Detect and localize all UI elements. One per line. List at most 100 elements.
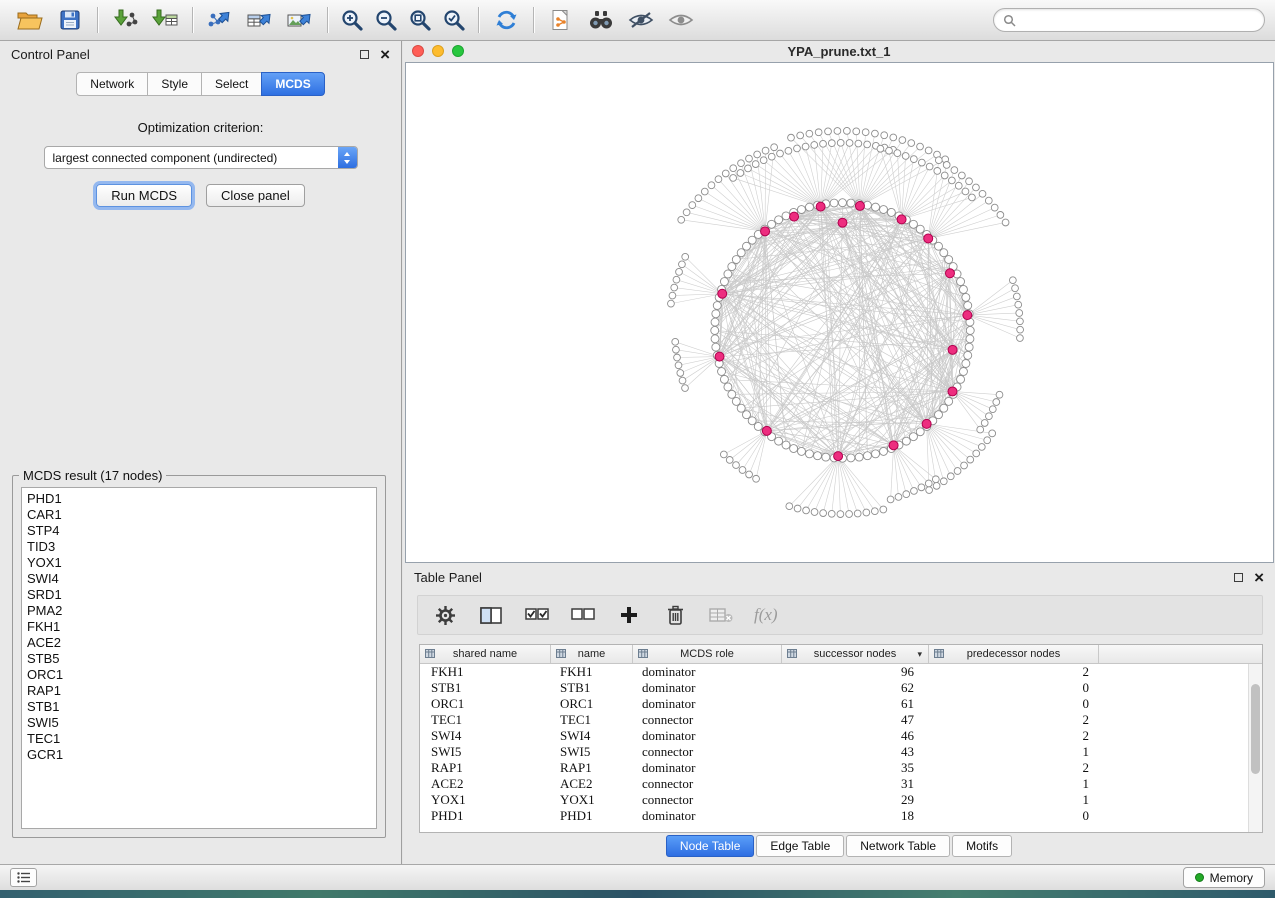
add-column-button[interactable] — [616, 602, 642, 628]
mcds-result-item[interactable]: STB5 — [27, 651, 376, 667]
function-builder-button[interactable]: f(x) — [754, 605, 778, 625]
tab-style[interactable]: Style — [147, 72, 201, 96]
table-row[interactable]: PHD1PHD1dominator180 — [420, 808, 1248, 824]
close-panel-icon[interactable]: × — [1254, 571, 1264, 584]
close-window-icon[interactable] — [412, 45, 424, 57]
show-column-button[interactable] — [478, 602, 504, 628]
mcds-result-item[interactable]: FKH1 — [27, 619, 376, 635]
table-row[interactable]: TEC1TEC1connector472 — [420, 712, 1248, 728]
zoom-out-button[interactable] — [369, 3, 403, 37]
delete-column-button[interactable] — [662, 602, 688, 628]
table-cell: 0 — [929, 696, 1099, 712]
float-panel-icon[interactable] — [360, 50, 369, 59]
hide-selected-button[interactable] — [621, 3, 661, 37]
mcds-result-item[interactable]: PHD1 — [27, 491, 376, 507]
zoom-in-button[interactable] — [335, 3, 369, 37]
table-row[interactable]: FKH1FKH1dominator962 — [420, 664, 1248, 680]
tab-network[interactable]: Network — [76, 72, 147, 96]
mcds-result-item[interactable]: STP4 — [27, 523, 376, 539]
mcds-result-item[interactable]: RAP1 — [27, 683, 376, 699]
export-network-button[interactable] — [200, 3, 240, 37]
table-settings-button[interactable] — [432, 602, 458, 628]
tab-select[interactable]: Select — [201, 72, 261, 96]
table-row[interactable]: RAP1RAP1dominator352 — [420, 760, 1248, 776]
table-row[interactable]: ACE2ACE2connector311 — [420, 776, 1248, 792]
open-file-button[interactable] — [10, 3, 50, 37]
network-view-window: YPA_prune.txt_1 — [403, 41, 1275, 564]
criterion-select[interactable]: largest connected component (undirected) — [44, 146, 358, 169]
find-button[interactable] — [581, 3, 621, 37]
mcds-result-item[interactable]: ORC1 — [27, 667, 376, 683]
mcds-result-item[interactable]: YOX1 — [27, 555, 376, 571]
network-canvas[interactable] — [405, 62, 1274, 563]
zoom-selected-button[interactable] — [437, 3, 471, 37]
refresh-button[interactable] — [486, 3, 526, 37]
mcds-result-item[interactable]: SWI4 — [27, 571, 376, 587]
zoom-fit-button[interactable] — [403, 3, 437, 37]
table-cell: ACE2 — [420, 776, 551, 792]
table-scrollbar[interactable] — [1248, 664, 1262, 832]
main-toolbar — [0, 0, 1275, 41]
run-mcds-button[interactable]: Run MCDS — [96, 184, 192, 207]
search-input[interactable] — [1021, 13, 1255, 27]
table-cell: 62 — [782, 680, 929, 696]
column-header-successor-nodes[interactable]: successor nodes ▾ — [782, 645, 929, 663]
close-panel-icon[interactable]: × — [380, 48, 390, 61]
import-network-button[interactable] — [105, 3, 145, 37]
table-cell: connector — [633, 744, 782, 760]
document-share-button[interactable] — [541, 3, 581, 37]
float-panel-icon[interactable] — [1234, 573, 1243, 582]
tab-node-table[interactable]: Node Table — [666, 835, 755, 857]
select-all-button[interactable] — [524, 602, 550, 628]
table-cell: 35 — [782, 760, 929, 776]
mcds-result-item[interactable]: GCR1 — [27, 747, 376, 763]
save-session-button[interactable] — [50, 3, 90, 37]
delete-table-button[interactable] — [708, 602, 734, 628]
memory-button[interactable]: Memory — [1183, 867, 1265, 888]
column-header-mcds-role[interactable]: MCDS role — [633, 645, 782, 663]
export-image-button[interactable] — [280, 3, 320, 37]
maximize-window-icon[interactable] — [452, 45, 464, 57]
mcds-result-item[interactable]: CAR1 — [27, 507, 376, 523]
tab-network-table[interactable]: Network Table — [846, 835, 950, 857]
column-header-name[interactable]: name — [551, 645, 633, 663]
deselect-all-button[interactable] — [570, 602, 596, 628]
mcds-result-item[interactable]: SRD1 — [27, 587, 376, 603]
table-cell: 43 — [782, 744, 929, 760]
table-cell: 2 — [929, 712, 1099, 728]
mcds-result-item[interactable]: STB1 — [27, 699, 376, 715]
table-row[interactable]: SWI4SWI4dominator462 — [420, 728, 1248, 744]
mcds-result-list[interactable]: PHD1CAR1STP4TID3YOX1SWI4SRD1PMA2FKH1ACE2… — [21, 487, 377, 829]
sort-descending-icon[interactable]: ▾ — [917, 649, 922, 660]
scrollbar-thumb[interactable] — [1251, 684, 1260, 774]
zoom-selected-icon — [442, 8, 466, 32]
show-all-button[interactable] — [661, 3, 701, 37]
tab-edge-table[interactable]: Edge Table — [756, 835, 844, 857]
status-menu-button[interactable] — [10, 868, 37, 887]
minimize-window-icon[interactable] — [432, 45, 444, 57]
import-table-button[interactable] — [145, 3, 185, 37]
mcds-result-item[interactable]: PMA2 — [27, 603, 376, 619]
table-cell — [1099, 664, 1248, 680]
table-cell: RAP1 — [420, 760, 551, 776]
table-row[interactable]: SWI5SWI5connector431 — [420, 744, 1248, 760]
table-row[interactable]: STB1STB1dominator620 — [420, 680, 1248, 696]
tab-motifs[interactable]: Motifs — [952, 835, 1012, 857]
column-header-shared-name[interactable]: shared name — [420, 645, 551, 663]
mcds-result-item[interactable]: TID3 — [27, 539, 376, 555]
table-cell: 61 — [782, 696, 929, 712]
export-table-button[interactable] — [240, 3, 280, 37]
binoculars-icon — [588, 10, 614, 30]
optimization-criterion-label: Optimization criterion: — [0, 120, 401, 135]
mcds-result-item[interactable]: ACE2 — [27, 635, 376, 651]
table-row[interactable]: ORC1ORC1dominator610 — [420, 696, 1248, 712]
attribute-icon — [556, 649, 566, 661]
column-header-predecessor-nodes[interactable]: predecessor nodes — [929, 645, 1099, 663]
table-row[interactable]: YOX1YOX1connector291 — [420, 792, 1248, 808]
close-panel-button[interactable]: Close panel — [206, 184, 305, 207]
mcds-result-item[interactable]: SWI5 — [27, 715, 376, 731]
mcds-result-item[interactable]: TEC1 — [27, 731, 376, 747]
table-cell: SWI5 — [420, 744, 551, 760]
tab-mcds[interactable]: MCDS — [261, 72, 324, 96]
mcds-result-group: MCDS result (17 nodes) PHD1CAR1STP4TID3Y… — [12, 468, 386, 838]
